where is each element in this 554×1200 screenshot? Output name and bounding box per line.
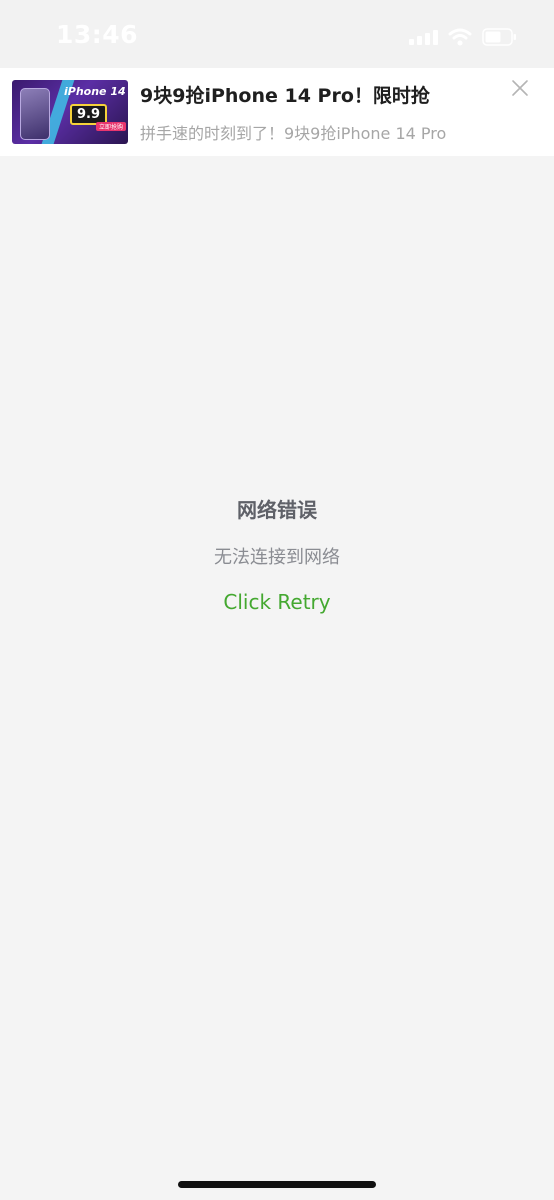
- error-description: 无法连接到网络: [214, 547, 340, 568]
- retry-button[interactable]: Click Retry: [223, 586, 330, 618]
- error-title: 网络错误: [237, 498, 317, 522]
- promo-banner[interactable]: iPhone 14 pro 9.9 立即抢购 9块9抢iPhone 14 Pro…: [0, 68, 554, 156]
- thumbnail-tag: 立即抢购: [96, 122, 127, 131]
- status-icons: [409, 26, 518, 48]
- close-icon[interactable]: [510, 78, 530, 98]
- status-time: 13:46: [56, 20, 139, 49]
- battery-icon: [482, 28, 518, 46]
- status-bar: 13:46: [0, 0, 554, 68]
- phone-image: [20, 88, 50, 140]
- network-error: 网络错误 无法连接到网络 Click Retry: [0, 494, 554, 618]
- banner-subtitle: 拼手速的时刻到了！9块9抢iPhone 14 Pro: [140, 124, 447, 143]
- wifi-icon: [448, 28, 472, 46]
- promo-thumbnail[interactable]: iPhone 14 pro 9.9 立即抢购: [12, 80, 128, 144]
- thumbnail-title: iPhone 14 pro: [64, 85, 128, 98]
- signal-icon: [409, 29, 438, 45]
- home-indicator[interactable]: [178, 1181, 376, 1188]
- banner-title[interactable]: 9块9抢iPhone 14 Pro！限时抢: [140, 81, 430, 108]
